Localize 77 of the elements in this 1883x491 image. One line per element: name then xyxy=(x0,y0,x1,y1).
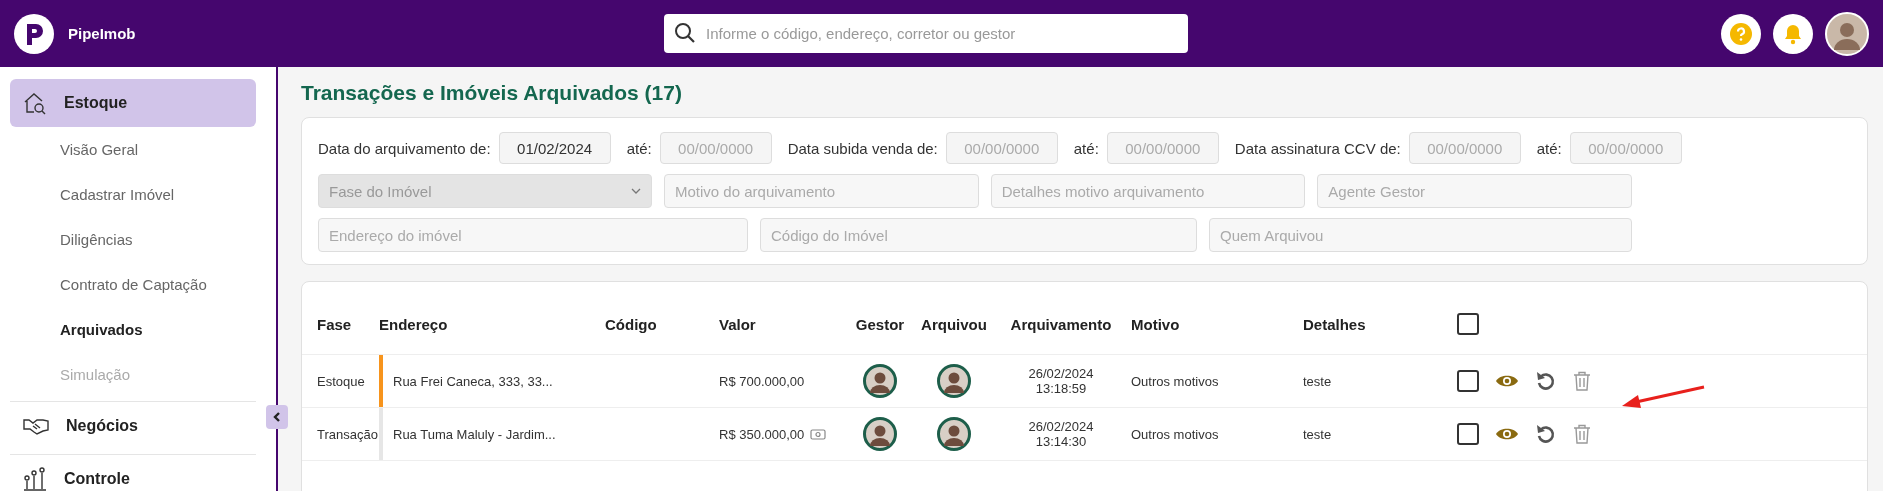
sidebar-item[interactable]: Estoque xyxy=(10,79,256,127)
handshake-icon xyxy=(22,416,50,436)
house-search-icon xyxy=(22,90,48,116)
archive-time: 13:14:30 xyxy=(1035,434,1087,449)
until-label: até: xyxy=(626,139,652,157)
sidebar-item[interactable]: Negócios xyxy=(10,402,256,450)
table-cell-text: teste xyxy=(1303,373,1333,389)
column-header: Código xyxy=(605,315,658,333)
date-to-field[interactable]: 00/00/0000 xyxy=(1569,132,1682,164)
table-cell-text: Transação xyxy=(316,426,379,442)
until-label: até: xyxy=(1536,139,1562,157)
select-all-checkbox[interactable] xyxy=(1457,313,1479,335)
column-header: Motivo xyxy=(1131,315,1181,333)
date-from-field[interactable]: 00/00/0000 xyxy=(1408,132,1521,164)
date-label: Data assinatura CCV de: xyxy=(1234,139,1401,157)
undo-icon[interactable] xyxy=(1535,370,1557,392)
avatar-icon xyxy=(937,417,971,451)
date-to-field[interactable]: 00/00/0000 xyxy=(1106,132,1219,164)
sidebar-item[interactable]: Controle xyxy=(10,455,256,491)
row-checkbox[interactable] xyxy=(1457,423,1479,445)
help-icon xyxy=(1729,21,1753,46)
user-avatar[interactable] xyxy=(1825,11,1869,56)
avatar-icon xyxy=(863,417,897,451)
eye-icon[interactable] xyxy=(1495,426,1519,442)
sidebar-subitem[interactable]: Diligências xyxy=(10,217,256,262)
notifications-button[interactable] xyxy=(1773,13,1813,54)
table-cell: Rua Frei Caneca, 333, 33... xyxy=(393,373,553,389)
table-cell: R$ 700.000,00 xyxy=(719,373,805,389)
collapse-sidebar-button[interactable] xyxy=(266,405,288,429)
eye-icon[interactable] xyxy=(1495,373,1519,389)
table-cell: Rua Tuma Maluly - Jardim... xyxy=(393,426,556,442)
chart-icon xyxy=(22,466,48,491)
avatar-icon xyxy=(937,364,971,398)
logo-icon[interactable] xyxy=(14,13,54,54)
help-button[interactable] xyxy=(1721,13,1761,54)
sidebar-subitem[interactable]: Contrato de Captação xyxy=(10,262,256,307)
date-to-field[interactable]: 00/00/0000 xyxy=(659,132,772,164)
chevron-left-icon xyxy=(272,411,282,423)
date-from-field[interactable]: 01/02/2024 xyxy=(498,132,611,164)
search-field[interactable]: Informe o código, endereço, corretor ou gestor xyxy=(664,14,1188,53)
column-header: Arquivou xyxy=(920,315,988,333)
archive-date: 26/02/2024 xyxy=(1028,366,1094,381)
avatar-icon xyxy=(863,364,897,398)
date-from-field[interactable]: 00/00/0000 xyxy=(945,132,1058,164)
filter-field[interactable]: Código do Imóvel xyxy=(760,218,1197,252)
filter-field[interactable]: Motivo do arquivamento xyxy=(664,174,979,208)
archive-date: 26/02/2024 xyxy=(1028,419,1094,434)
sidebar-subitem[interactable]: Arquivados xyxy=(10,307,256,352)
table-cell-text: Outros motivos xyxy=(1131,373,1220,389)
column-header: Gestor xyxy=(854,315,906,333)
filter-field[interactable]: Quem Arquivou xyxy=(1209,218,1632,252)
undo-icon[interactable] xyxy=(1535,423,1557,445)
app-name: PipeImob xyxy=(68,25,136,42)
filter-field[interactable]: Agente Gestor xyxy=(1317,174,1632,208)
row-checkbox[interactable] xyxy=(1457,370,1479,392)
search-icon xyxy=(674,22,696,44)
column-header: Endereço xyxy=(379,315,449,333)
caret-icon xyxy=(631,188,641,194)
table-cell-text: teste xyxy=(1303,426,1333,442)
table-cell: R$ 350.000,00 xyxy=(719,426,805,442)
date-label: Data do arquivamento de: xyxy=(318,139,491,157)
filter-field[interactable]: Endereço do imóvel xyxy=(318,218,748,252)
table-cell-text: Outros motivos xyxy=(1131,426,1220,442)
column-header: Valor xyxy=(719,315,757,333)
column-header: Detalhes xyxy=(1303,315,1367,333)
page-title: Transações e Imóveis Arquivados (17) xyxy=(301,81,683,105)
column-header: Fase xyxy=(316,315,353,333)
trash-icon[interactable] xyxy=(1573,424,1591,444)
trash-icon[interactable] xyxy=(1573,371,1591,391)
until-label: até: xyxy=(1073,139,1099,157)
date-label: Data subida venda de: xyxy=(787,139,938,157)
filter-field[interactable]: Detalhes motivo arquivamento xyxy=(990,174,1306,208)
column-header: Arquivamento xyxy=(1009,315,1113,333)
archive-time: 13:18:59 xyxy=(1035,381,1087,396)
sidebar-subitem[interactable]: Visão Geral xyxy=(10,127,256,172)
sidebar-subitem[interactable]: Cadastrar Imóvel xyxy=(10,172,256,217)
table-cell-text: Estoque xyxy=(316,373,366,389)
